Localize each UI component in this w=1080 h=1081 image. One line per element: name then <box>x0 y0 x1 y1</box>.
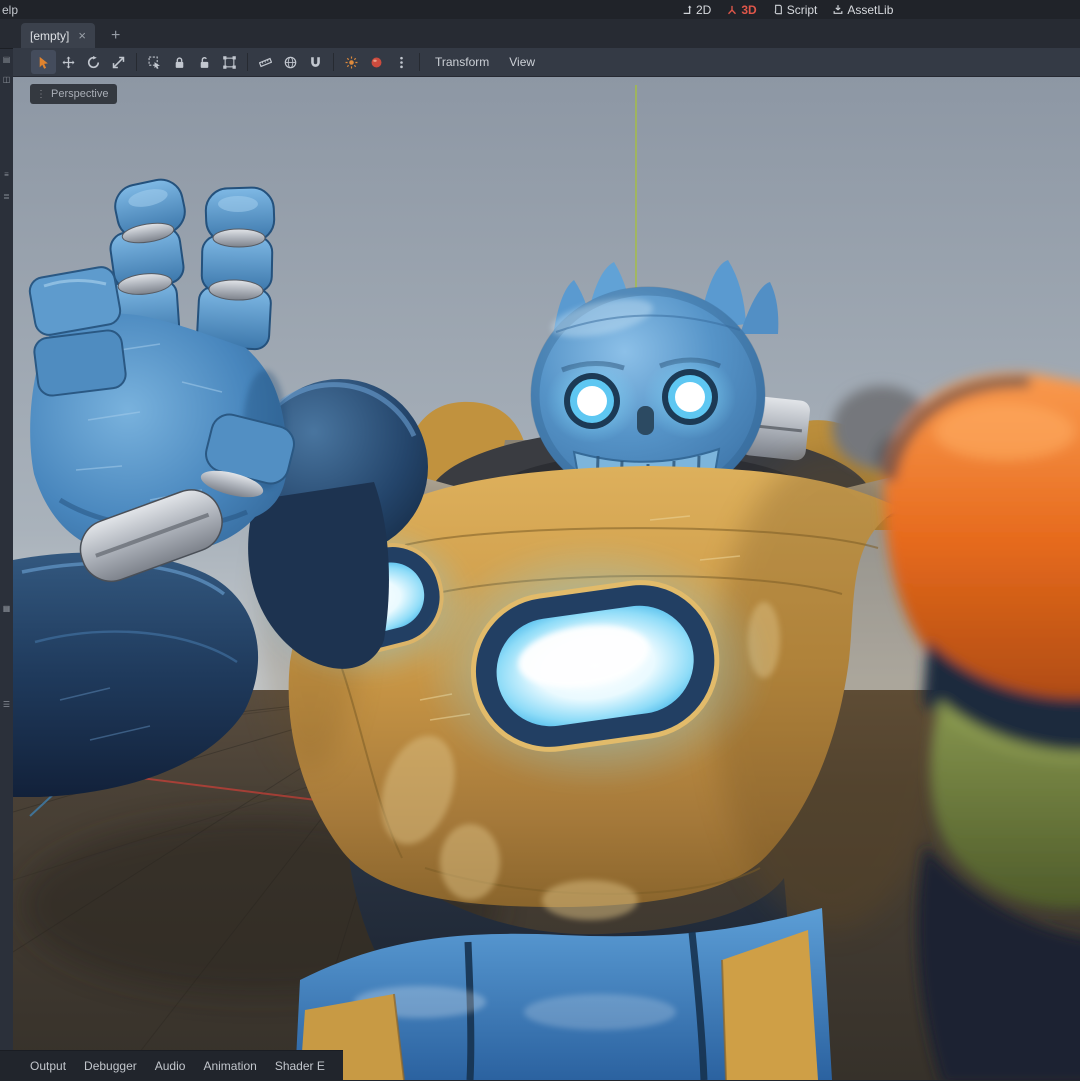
transform-menu-button[interactable]: Transform <box>425 55 499 69</box>
bottom-tab-shader[interactable]: Shader E <box>275 1059 325 1073</box>
workspace-assetlib-button[interactable]: AssetLib <box>829 3 897 17</box>
menu-help-fragment[interactable]: elp <box>0 3 18 17</box>
dock-tab-icon[interactable]: ◫ <box>0 75 13 84</box>
toolbar-separator <box>333 53 334 71</box>
bottom-tab-debugger[interactable]: Debugger <box>84 1059 137 1073</box>
magnet-icon <box>309 56 322 69</box>
workspace-2d-label: 2D <box>696 2 712 17</box>
dock-tab-icon[interactable]: ☰ <box>0 700 13 709</box>
ruler-icon <box>259 56 272 69</box>
robot-nose-slot <box>637 406 654 435</box>
preview-sunlight-button[interactable] <box>339 50 364 74</box>
perspective-menu[interactable]: ⋮ Perspective <box>30 84 118 104</box>
preview-environment-button[interactable] <box>364 50 389 74</box>
lock-button[interactable] <box>167 50 192 74</box>
dock-tab-icon[interactable]: ≡ <box>0 170 13 179</box>
chest-light-center <box>420 540 770 790</box>
scene-tab-label: [empty] <box>30 28 70 43</box>
dock-tab-icon[interactable]: ▦ <box>0 604 13 613</box>
unlock-icon <box>198 56 211 69</box>
unlock-button[interactable] <box>192 50 217 74</box>
assetlib-icon <box>833 4 843 15</box>
toolbar-separator <box>419 53 420 71</box>
robot-eye-right <box>644 355 736 439</box>
list-select-icon <box>148 56 161 69</box>
left-dock-strip: ▤ ◫ ≡ ≣ ▦ ☰ <box>0 48 13 1080</box>
top-menubar: elp 2D 3D Script AssetLib <box>0 0 1080 19</box>
group-icon <box>223 55 236 69</box>
workspace-2d-button[interactable]: 2D <box>678 3 715 17</box>
select-cursor-icon <box>37 56 50 69</box>
list-select-tool-button[interactable] <box>142 50 167 74</box>
tab-close-icon[interactable]: × <box>78 29 86 42</box>
scale-tool-button[interactable] <box>106 50 131 74</box>
sun-icon <box>345 56 358 69</box>
lock-icon <box>173 56 186 69</box>
snap-button[interactable] <box>303 50 328 74</box>
group-button[interactable] <box>217 50 242 74</box>
toolbar-separator <box>247 53 248 71</box>
dock-tab-icon[interactable]: ≣ <box>0 192 13 201</box>
ruler-button[interactable] <box>253 50 278 74</box>
workspace-script-button[interactable]: Script <box>769 3 822 17</box>
bottom-tab-animation[interactable]: Animation <box>203 1059 256 1073</box>
viewport-extra-options-button[interactable] <box>389 50 414 74</box>
rotate-icon <box>87 55 100 69</box>
3d-axes-icon <box>727 5 737 15</box>
scene-tab-empty[interactable]: [empty] × <box>21 23 95 48</box>
scene-tab-bar: [empty] × + <box>0 19 1080 49</box>
select-tool-button[interactable] <box>31 50 56 74</box>
dock-tab-icon[interactable]: ▤ <box>0 55 13 64</box>
bottom-panel-bar: Output Debugger Audio Animation Shader E <box>0 1050 343 1081</box>
perspective-label: Perspective <box>51 88 109 100</box>
viewport-render[interactable] <box>13 76 1080 1080</box>
workspace-3d-label: 3D <box>741 2 757 17</box>
toolbar-separator <box>136 53 137 71</box>
local-space-button[interactable] <box>278 50 303 74</box>
kebab-menu-icon <box>395 56 408 69</box>
view-menu-button[interactable]: View <box>499 55 545 69</box>
bottom-tab-output[interactable]: Output <box>30 1059 66 1073</box>
robot-eye-left <box>546 359 638 443</box>
script-icon <box>773 4 783 15</box>
bottom-tab-audio[interactable]: Audio <box>155 1059 186 1073</box>
scale-icon <box>112 56 125 69</box>
drag-handle-icon: ⋮ <box>36 88 46 100</box>
move-icon <box>62 56 75 69</box>
environment-sphere-icon <box>370 56 383 69</box>
new-scene-tab-button[interactable]: + <box>105 23 126 48</box>
globe-icon <box>284 56 297 69</box>
viewport-toolbar: Transform View <box>13 48 1080 77</box>
workspace-3d-button[interactable]: 3D <box>723 3 760 17</box>
workspace-switcher: 2D 3D Script AssetLib <box>678 0 897 19</box>
rotate-tool-button[interactable] <box>81 50 106 74</box>
2d-icon <box>682 5 692 15</box>
move-tool-button[interactable] <box>56 50 81 74</box>
workspace-assetlib-label: AssetLib <box>847 2 894 17</box>
3d-viewport[interactable] <box>13 76 1080 1080</box>
workspace-script-label: Script <box>786 2 818 17</box>
